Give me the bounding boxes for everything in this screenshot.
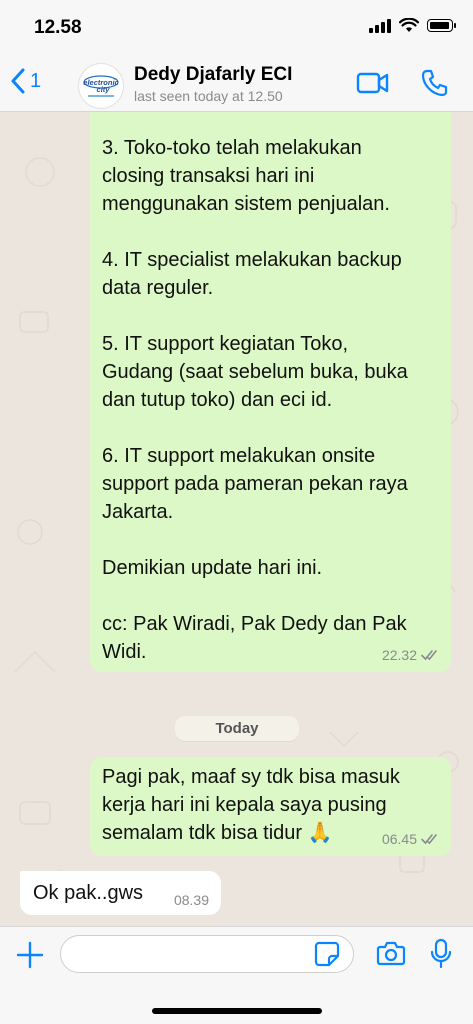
- avatar[interactable]: electronic city: [78, 63, 124, 109]
- message-meta: 08.39: [174, 892, 209, 908]
- unread-count: 1: [30, 69, 42, 92]
- electronic-city-logo: electronic city: [83, 75, 120, 97]
- double-check-icon: [421, 650, 437, 661]
- contact-name[interactable]: Dedy Djafarly ECI: [134, 64, 292, 86]
- back-chevron-icon: [11, 68, 25, 94]
- double-check-icon: [421, 834, 437, 845]
- voice-call-button[interactable]: [420, 68, 448, 103]
- wifi-icon: [399, 18, 419, 32]
- message-time: 08.39: [173, 892, 209, 908]
- attach-button[interactable]: [16, 941, 44, 974]
- home-indicator: [152, 1008, 322, 1014]
- plus-icon: [16, 941, 44, 969]
- svg-text:city: city: [97, 85, 111, 94]
- video-call-button[interactable]: [356, 70, 390, 101]
- message-bubble-incoming[interactable]: Ok pak..gws 08.39: [20, 871, 221, 915]
- message-text: 3. Toko-toko telah melakukan closing tra…: [102, 137, 408, 663]
- message-time: 22.32: [381, 647, 417, 663]
- camera-icon: [376, 941, 406, 966]
- chat-area[interactable]: 3. Toko-toko telah melakukan closing tra…: [0, 112, 473, 926]
- message-bubble-outgoing[interactable]: Pagi pak, maaf sy tdk bisa masuk kerja h…: [90, 757, 451, 856]
- battery-icon: [427, 19, 456, 32]
- message-meta: 06.45: [382, 831, 441, 847]
- status-time: 12.58: [34, 17, 82, 38]
- message-text: Ok pak..gws: [33, 882, 144, 904]
- back-button[interactable]: 1: [10, 68, 41, 94]
- chat-header: 1 electronic city Dedy Djafarly ECI last…: [0, 56, 473, 112]
- last-seen-status: last seen today at 12.50: [134, 88, 283, 104]
- voice-message-button[interactable]: [430, 938, 452, 975]
- message-input[interactable]: [60, 935, 354, 973]
- video-camera-icon: [356, 72, 389, 94]
- microphone-icon: [430, 938, 452, 969]
- status-bar: 12.58: [0, 0, 473, 56]
- sticker-button[interactable]: [314, 941, 340, 972]
- message-meta: 22.32: [382, 647, 441, 663]
- camera-button[interactable]: [376, 940, 406, 971]
- signal-icon: [369, 18, 391, 33]
- message-time: 06.45: [381, 831, 417, 847]
- status-icons: [369, 18, 456, 33]
- sticker-icon: [314, 941, 340, 967]
- day-separator: Today: [175, 716, 299, 741]
- phone-icon: [421, 69, 448, 97]
- message-bubble-outgoing[interactable]: 3. Toko-toko telah melakukan closing tra…: [90, 112, 451, 672]
